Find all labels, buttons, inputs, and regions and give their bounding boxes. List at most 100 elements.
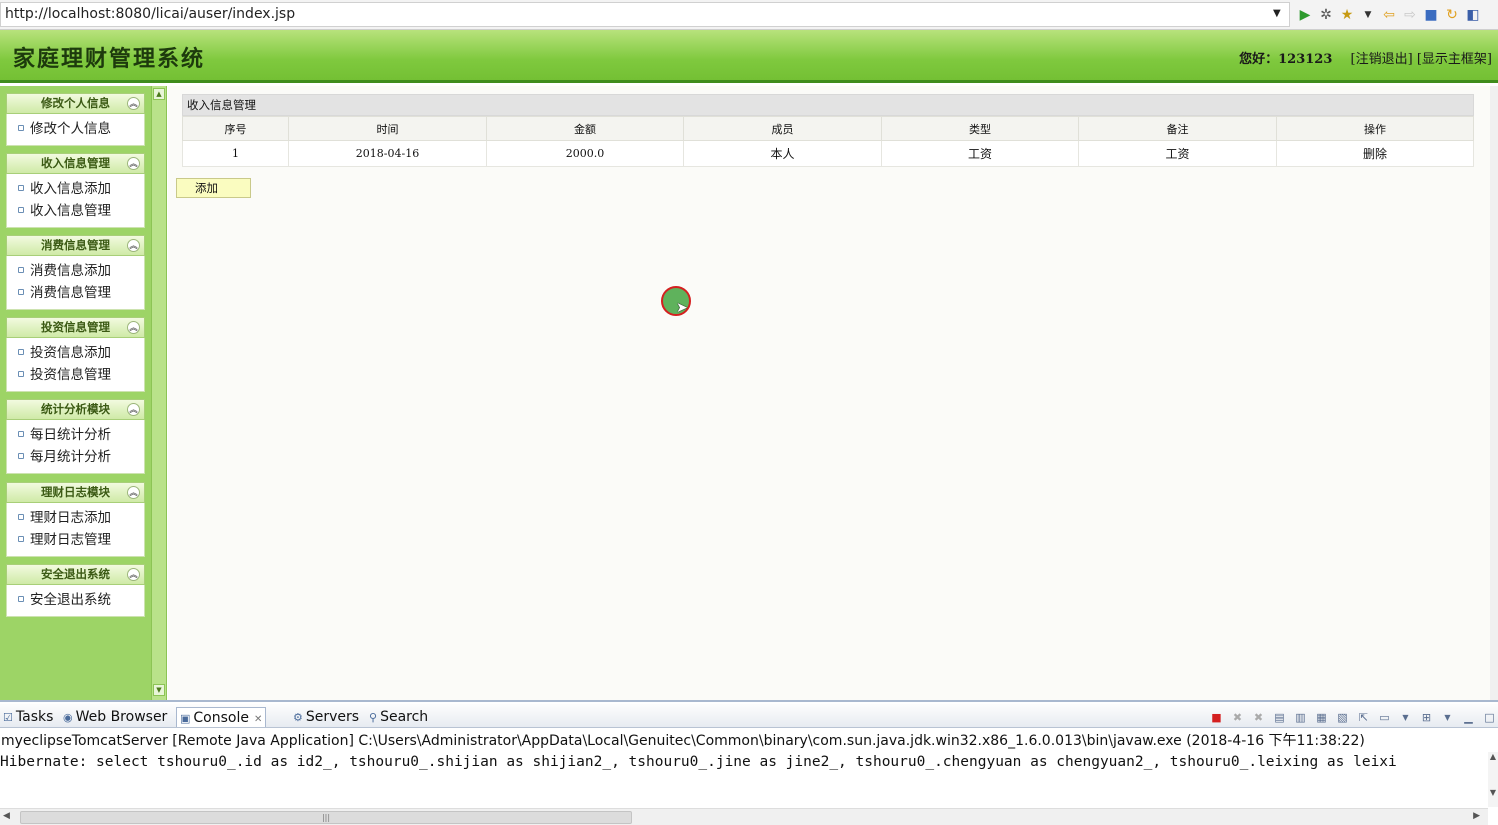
dropdown-icon[interactable]: ▼ [1439,710,1456,726]
clear-console-icon[interactable]: ▤ [1271,710,1288,726]
column-header: 时间 [288,116,487,141]
refresh-icon[interactable]: ↻ [1443,6,1461,24]
sidebar-splitter[interactable]: ▲ ▼ [151,86,167,700]
show-frame-link[interactable]: [显示主框架] [1417,52,1492,67]
scrollbar-thumb[interactable]: ||| [20,811,632,824]
url-input[interactable]: http://localhost:8080/licai/auser/index.… [0,2,1290,27]
collapse-icon[interactable]: ︽ [127,403,140,416]
open-console-icon[interactable]: ⊞ [1418,710,1435,726]
sidebar-item-journal-manage[interactable]: 理财日志管理 [7,529,144,551]
tab-servers[interactable]: ⚙ Servers [290,707,362,727]
logout-link[interactable]: [注销退出] [1351,52,1413,67]
menu-group-statistics: 统计分析模块 ︽ 每日统计分析 每月统计分析 [6,399,145,474]
pin-console-icon[interactable]: ⇱ [1355,710,1372,726]
scroll-up-icon[interactable]: ▲ [153,88,165,100]
tab-label: Web Browser [75,709,168,725]
sidebar-item-label: 投资信息管理 [30,367,111,383]
dropdown-icon[interactable]: ▼ [1359,6,1377,24]
console-icon: ▣ [180,712,191,725]
console-horizontal-scrollbar[interactable]: ◀ ||| ▶ [0,808,1488,825]
remove-launch-icon[interactable]: ✖ [1229,710,1246,726]
collapse-icon[interactable]: ︽ [127,239,140,252]
income-panel: 收入信息管理 序号 时间 金额 成员 类型 备注 操作 1 2018-04-16… [182,94,1474,167]
console-vertical-scrollbar[interactable]: ▲ ▼ [1488,752,1498,807]
maximize-icon[interactable]: □ [1481,710,1498,726]
terminate-icon[interactable]: ■ [1208,710,1225,726]
tab-web-browser[interactable]: ◉ Web Browser [60,707,170,727]
minimize-icon[interactable]: ▁ [1460,710,1477,726]
collapse-icon[interactable]: ︽ [127,157,140,170]
user-greeting: 您好：123123 [1239,52,1333,67]
back-icon[interactable]: ⇦ [1380,6,1398,24]
sidebar-item-income-add[interactable]: 收入信息添加 [7,178,144,200]
menu-group-header[interactable]: 统计分析模块 ︽ [6,399,145,420]
bullet-icon [18,536,24,542]
sidebar-item-monthly-stats[interactable]: 每月统计分析 [7,446,144,468]
menu-group-header[interactable]: 消费信息管理 ︽ [6,235,145,256]
sidebar-item-investment-add[interactable]: 投资信息添加 [7,342,144,364]
sidebar-item-label: 消费信息管理 [30,285,111,301]
url-dropdown-icon[interactable]: ▼ [1273,8,1281,19]
collapse-icon[interactable]: ︽ [127,486,140,499]
sidebar-item-investment-manage[interactable]: 投资信息管理 [7,364,144,386]
tab-tasks[interactable]: ☑ Tasks [0,707,56,727]
app-icon[interactable]: ◧ [1464,6,1482,24]
income-table: 序号 时间 金额 成员 类型 备注 操作 1 2018-04-16 2000.0… [182,116,1474,167]
bullet-icon [18,125,24,131]
cell-type: 工资 [881,140,1079,167]
scroll-down-icon[interactable]: ▼ [153,684,165,696]
sidebar-item-label: 投资信息添加 [30,345,111,361]
delete-link[interactable]: 删除 [1363,147,1387,161]
menu-group-header[interactable]: 投资信息管理 ︽ [6,317,145,338]
menu-group-header[interactable]: 安全退出系统 ︽ [6,564,145,585]
menu-group-header[interactable]: 收入信息管理 ︽ [6,153,145,174]
dropdown-icon[interactable]: ▼ [1397,710,1414,726]
sidebar-item-label: 修改个人信息 [30,121,111,137]
menu-group-income: 收入信息管理 ︽ 收入信息添加 收入信息管理 [6,153,145,228]
cell-note: 工资 [1078,140,1277,167]
menu-group-body: 安全退出系统 [6,585,145,617]
scroll-right-icon[interactable]: ▶ [1473,811,1480,821]
console-output[interactable]: Hibernate: select tshouru0_.id as id2_, … [0,752,1488,774]
collapse-icon[interactable]: ︽ [127,568,140,581]
forward-icon[interactable]: ⇨ [1401,6,1419,24]
favorite-icon[interactable]: ★ [1338,6,1356,24]
debug-icon[interactable]: ✲ [1317,6,1335,24]
close-icon[interactable]: ✕ [254,714,262,725]
menu-group-title: 安全退出系统 [41,567,110,581]
console-toolbar: ■ ✖ ✖ ▤ ▥ ▦ ▧ ⇱ ▭ ▼ ⊞ ▼ ▁ □ [1208,710,1498,726]
sidebar-item-edit-profile[interactable]: 修改个人信息 [7,118,144,140]
scroll-lock-icon[interactable]: ▥ [1292,710,1309,726]
menu-group-profile: 修改个人信息 ︽ 修改个人信息 [6,93,145,146]
display-console-icon[interactable]: ▭ [1376,710,1393,726]
mouse-pointer-icon: ➤ [676,300,688,316]
add-button[interactable]: 添加 [176,178,251,198]
column-header: 成员 [683,116,882,141]
sidebar-item-safe-exit[interactable]: 安全退出系统 [7,589,144,611]
sidebar-item-expense-manage[interactable]: 消费信息管理 [7,282,144,304]
tab-search[interactable]: ⚲ Search [366,707,431,727]
stop-icon[interactable]: ■ [1422,6,1440,24]
sidebar-item-income-manage[interactable]: 收入信息管理 [7,200,144,222]
show-on-output-icon[interactable]: ▦ [1313,710,1330,726]
menu-group-header[interactable]: 修改个人信息 ︽ [6,93,145,114]
scroll-left-icon[interactable]: ◀ [3,811,10,821]
menu-group-header[interactable]: 理财日志模块 ︽ [6,482,145,503]
tab-console[interactable]: ▣ Console ✕ [176,707,267,727]
app-header: 家庭理财管理系统 您好：123123 [注销退出] [显示主框架] [0,30,1498,83]
content-scrollbar[interactable] [1490,86,1498,700]
collapse-icon[interactable]: ︽ [127,97,140,110]
sidebar-item-label: 安全退出系统 [30,592,111,608]
show-on-error-icon[interactable]: ▧ [1334,710,1351,726]
menu-group-journal: 理财日志模块 ︽ 理财日志添加 理财日志管理 [6,482,145,557]
globe-icon: ◉ [63,711,73,724]
collapse-icon[interactable]: ︽ [127,321,140,334]
sidebar-item-label: 收入信息添加 [30,181,111,197]
sidebar-item-expense-add[interactable]: 消费信息添加 [7,260,144,282]
sidebar-item-daily-stats[interactable]: 每日统计分析 [7,424,144,446]
user-area: 您好：123123 [注销退出] [显示主框架] [1239,48,1492,67]
panel-title: 收入信息管理 [182,94,1474,116]
remove-all-icon[interactable]: ✖ [1250,710,1267,726]
sidebar-item-journal-add[interactable]: 理财日志添加 [7,507,144,529]
play-icon[interactable]: ▶ [1296,6,1314,24]
